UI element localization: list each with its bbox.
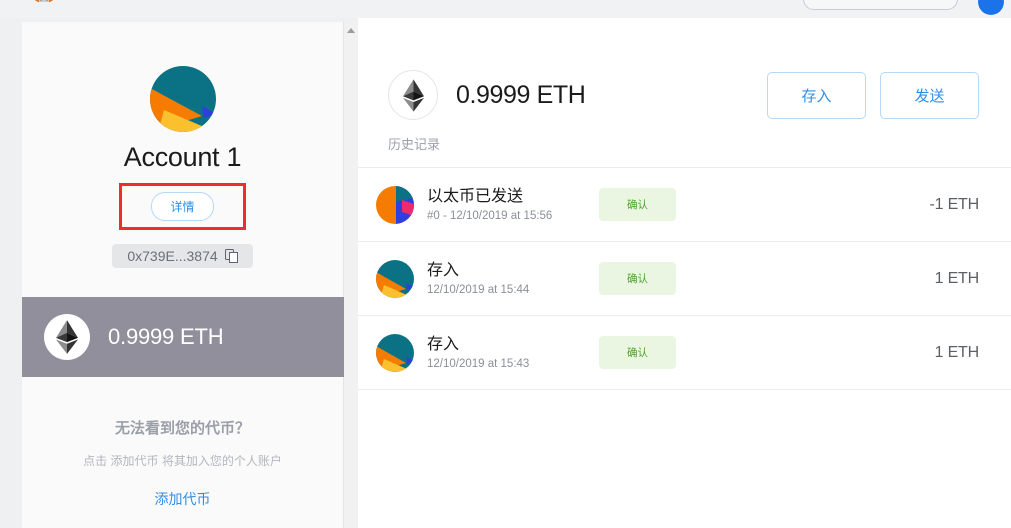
transaction-title: 存入 bbox=[427, 336, 460, 353]
send-button[interactable]: 发送 bbox=[880, 71, 979, 119]
metamask-wallet-page: Account 1 详情 0x739E...3874 0.9999 ETH 无法… bbox=[0, 0, 1011, 528]
transaction-subtitle: 12/10/2019 at 15:44 bbox=[427, 284, 530, 296]
status-badge: 确认 bbox=[599, 336, 676, 369]
chevron-up-icon[interactable] bbox=[347, 28, 355, 33]
asset-actions: 存入 发送 bbox=[767, 71, 979, 119]
table-row[interactable]: 存入 12/10/2019 at 15:43 确认 1 ETH bbox=[358, 316, 1011, 390]
no-tokens-prompt: 无法看到您的代币？ 点击 添加代币 将其加入您的个人账户 添加代币 bbox=[22, 417, 343, 509]
add-token-link[interactable]: 添加代币 bbox=[155, 489, 211, 509]
transaction-title: 以太币已发送 bbox=[427, 188, 524, 205]
transaction-amount: 1 ETH bbox=[934, 269, 980, 287]
asset-detail-panel: 0.9999 ETH 存入 发送 历史记录 以太币已发送 #0 - 12/10/… bbox=[358, 18, 1011, 528]
token-list-item-eth[interactable]: 0.9999 ETH bbox=[22, 297, 344, 377]
account-sidebar: Account 1 详情 0x739E...3874 0.9999 ETH 无法… bbox=[22, 22, 344, 528]
transaction-identicon bbox=[376, 259, 414, 298]
tab-history[interactable]: 历史记录 bbox=[358, 128, 440, 167]
transaction-text: 存入 12/10/2019 at 15:44 bbox=[427, 261, 577, 296]
no-tokens-title: 无法看到您的代币？ bbox=[114, 420, 250, 437]
details-highlight-annotation: 详情 bbox=[119, 183, 246, 230]
account-address-copy-button[interactable]: 0x739E...3874 bbox=[112, 244, 253, 268]
ethereum-icon bbox=[44, 314, 90, 360]
account-identicon bbox=[149, 66, 216, 132]
transaction-title: 存入 bbox=[427, 262, 460, 279]
transaction-text: 存入 12/10/2019 at 15:43 bbox=[427, 335, 577, 370]
account-address: 0x739E...3874 bbox=[127, 248, 218, 264]
details-button[interactable]: 详情 bbox=[151, 192, 214, 221]
metamask-fox-icon[interactable] bbox=[28, 0, 60, 12]
asset-balance: 0.9999 ETH bbox=[456, 80, 586, 109]
vertical-scrollbar[interactable] bbox=[344, 22, 358, 528]
page-title: Account 1 bbox=[123, 142, 242, 172]
address-bar[interactable] bbox=[803, 0, 958, 10]
status-badge: 确认 bbox=[599, 188, 676, 221]
transaction-amount: 1 ETH bbox=[934, 343, 980, 361]
status-badge: 确认 bbox=[599, 262, 676, 295]
token-balance: 0.9999 ETH bbox=[108, 324, 224, 349]
table-row[interactable]: 存入 12/10/2019 at 15:44 确认 1 ETH bbox=[358, 242, 1011, 316]
copy-icon bbox=[224, 249, 238, 263]
transaction-list: 以太币已发送 #0 - 12/10/2019 at 15:56 确认 -1 ET… bbox=[358, 167, 1011, 390]
ethereum-icon bbox=[388, 70, 438, 120]
asset-header: 0.9999 ETH 存入 发送 bbox=[358, 18, 1011, 128]
transaction-identicon bbox=[376, 185, 414, 224]
deposit-button[interactable]: 存入 bbox=[767, 71, 866, 119]
transaction-subtitle: #0 - 12/10/2019 at 15:56 bbox=[427, 210, 553, 222]
avatar[interactable] bbox=[978, 0, 1004, 15]
no-tokens-description: 点击 添加代币 将其加入您的个人账户 bbox=[83, 454, 282, 468]
table-row[interactable]: 以太币已发送 #0 - 12/10/2019 at 15:56 确认 -1 ET… bbox=[358, 168, 1011, 242]
transaction-text: 以太币已发送 #0 - 12/10/2019 at 15:56 bbox=[427, 187, 577, 222]
browser-toolbar bbox=[0, 0, 1011, 18]
transaction-subtitle: 12/10/2019 at 15:43 bbox=[427, 358, 530, 370]
transaction-identicon bbox=[376, 333, 414, 372]
transaction-amount: -1 ETH bbox=[929, 195, 980, 213]
